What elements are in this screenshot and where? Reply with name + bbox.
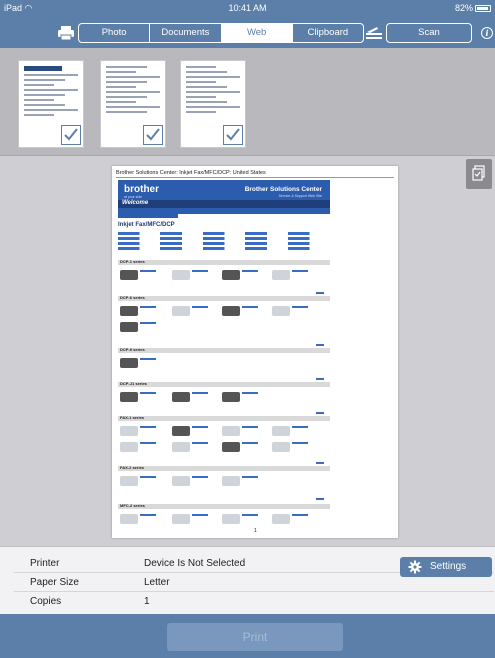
printer-icon[interactable] [58,26,74,40]
page-thumbnail[interactable] [18,60,84,148]
print-button[interactable]: Print [167,623,343,651]
center-title: Brother Solutions Center [244,186,322,193]
tab-clipboard[interactable]: Clipboard [293,24,363,42]
copies-value: 1 [144,596,150,607]
checkmark-icon[interactable] [143,125,163,145]
breadcrumb [118,214,178,218]
preview-page[interactable]: Brother Solutions Center: Inkjet Fax/MFC… [112,166,398,538]
section-header: FAX-2 series [118,465,330,471]
page-number: 1 [254,528,257,534]
printer-label: Printer [30,558,60,569]
battery-status: 82% [455,3,491,13]
source-selector: Photo Documents Web Clipboard [78,23,364,43]
tab-documents[interactable]: Documents [150,24,222,42]
thumbnail-strip [0,48,495,156]
info-icon[interactable]: i [481,27,493,39]
copies-label: Copies [30,596,62,607]
page-heading: Inkjet Fax/MFC/DCP [118,222,175,228]
copies-row[interactable]: Copies 1 [14,592,494,611]
clock: 10:41 AM [228,3,267,13]
tab-photo[interactable]: Photo [79,24,151,42]
section-header: FAX-1 series [118,415,330,421]
status-bar: iPad ◠ 10:41 AM 82% [0,0,495,18]
section-header: DCP-9 series [118,347,330,353]
brand-logo: brother [124,184,159,195]
copy-icon[interactable] [466,159,492,189]
section-header: DCP-J1 series [118,381,330,387]
series-links [118,232,330,252]
site-banner: brother at your side Brother Solutions C… [118,180,330,214]
gear-icon [408,560,422,574]
checkmark-icon[interactable] [223,125,243,145]
paper-size-label: Paper Size [30,577,79,588]
paper-size-value: Letter [144,577,170,588]
checkmark-icon[interactable] [61,125,81,145]
tab-web[interactable]: Web [221,24,293,42]
settings-button[interactable]: Settings [400,557,492,577]
scan-button[interactable]: Scan [386,23,472,43]
page-thumbnail[interactable] [180,60,246,148]
printer-value: Device Is Not Selected [144,558,246,569]
battery-icon [475,5,491,12]
page-title: Brother Solutions Center: Inkjet Fax/MFC… [116,170,266,176]
top-toolbar: Photo Documents Web Clipboard Scan i [0,18,495,48]
page-thumbnail[interactable] [100,60,166,148]
section-header: DCP-6 series [118,295,330,301]
welcome-bar: Welcome [118,200,330,208]
bottom-bar: Print [0,614,495,658]
section-header: MFC-2 series [118,503,330,509]
scanner-icon[interactable] [365,26,383,40]
section-header: DCP-1 series [118,259,330,265]
